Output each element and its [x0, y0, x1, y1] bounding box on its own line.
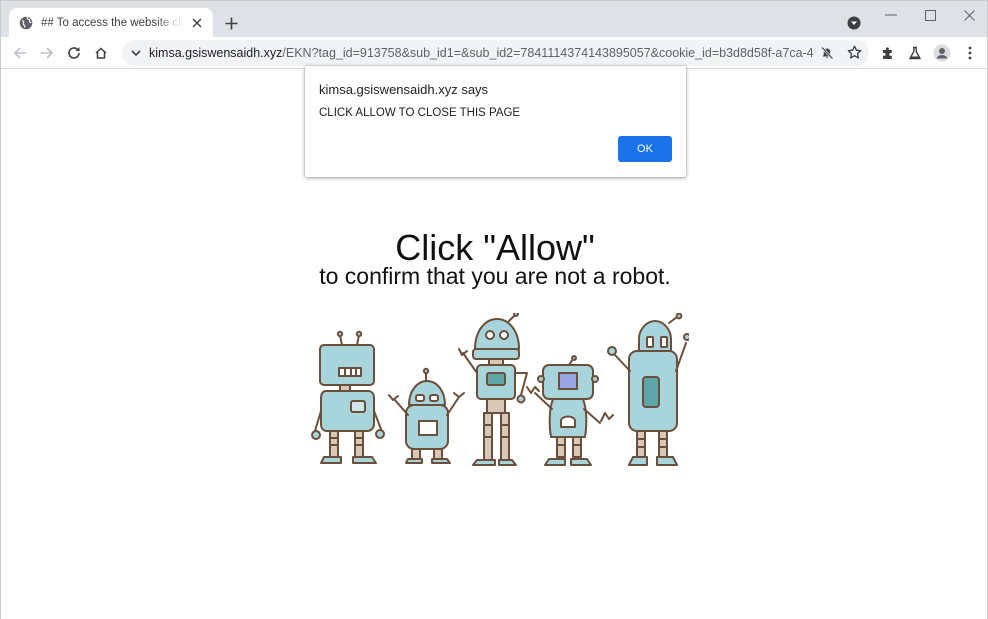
back-button[interactable] [9, 42, 31, 64]
robot-1 [311, 330, 385, 464]
robot-5 [607, 313, 689, 466]
alert-dialog: kimsa.gsiswensaidh.xyz says CLICK ALLOW … [305, 66, 686, 177]
reload-icon [68, 47, 80, 59]
minimize-icon [885, 14, 897, 16]
reload-button[interactable] [63, 42, 85, 64]
chevron-down-circle-icon [847, 16, 861, 30]
dialog-message: CLICK ALLOW TO CLOSE THIS PAGE [319, 107, 521, 119]
url-text[interactable]: kimsa.gsiswensaidh.xyz/EKN?tag_id=913758… [149, 46, 814, 60]
address-bar[interactable]: kimsa.gsiswensaidh.xyz/EKN?tag_id=913758… [122, 40, 869, 66]
arrow-right-icon [41, 47, 54, 59]
robot-4 [526, 355, 614, 466]
tab-title: ## To access the website click the Allow… [41, 16, 183, 29]
robot-2 [388, 367, 465, 464]
kebab-menu-icon [968, 46, 972, 60]
tab-close-icon[interactable] [189, 15, 205, 31]
chevron-down-icon[interactable] [130, 47, 142, 59]
flask-icon [908, 46, 922, 60]
forward-button[interactable] [36, 42, 58, 64]
url-path: /EKN?tag_id=913758&sub_id1=&sub_id2=7841… [282, 46, 814, 60]
notifications-blocked-icon[interactable] [820, 46, 834, 60]
avatar-icon [933, 44, 951, 62]
close-window-button[interactable] [957, 5, 981, 25]
tab-strip: ## To access the website click the Allow… [1, 1, 987, 37]
globe-icon [19, 16, 33, 30]
new-tab-button[interactable] [221, 13, 241, 33]
url-host: kimsa.gsiswensaidh.xyz [149, 46, 283, 60]
arrow-left-icon [13, 47, 26, 59]
browser-window: ## To access the website click the Allow… [0, 0, 988, 619]
star-icon[interactable] [847, 45, 863, 61]
browser-toolbar: kimsa.gsiswensaidh.xyz/EKN?tag_id=913758… [1, 37, 987, 69]
plus-icon [225, 17, 237, 29]
puzzle-icon [883, 47, 892, 59]
ok-button[interactable]: OK [618, 136, 672, 162]
home-button[interactable] [90, 42, 112, 64]
robot-3 [458, 313, 528, 466]
tab-search-button[interactable] [846, 15, 862, 31]
home-icon [95, 47, 107, 59]
page-subline: to confirm that you are not a robot. [319, 263, 671, 289]
profile-button[interactable] [931, 42, 953, 64]
labs-button[interactable] [904, 42, 926, 64]
extensions-button[interactable] [877, 42, 899, 64]
close-icon [963, 9, 975, 21]
dialog-title: kimsa.gsiswensaidh.xyz says [319, 82, 489, 97]
robots-illustration [311, 313, 689, 466]
maximize-button[interactable] [918, 5, 942, 25]
maximize-icon [924, 9, 936, 21]
menu-button[interactable] [959, 42, 981, 64]
minimize-button[interactable] [879, 5, 903, 25]
tab-active[interactable]: ## To access the website click the Allow… [9, 8, 213, 37]
